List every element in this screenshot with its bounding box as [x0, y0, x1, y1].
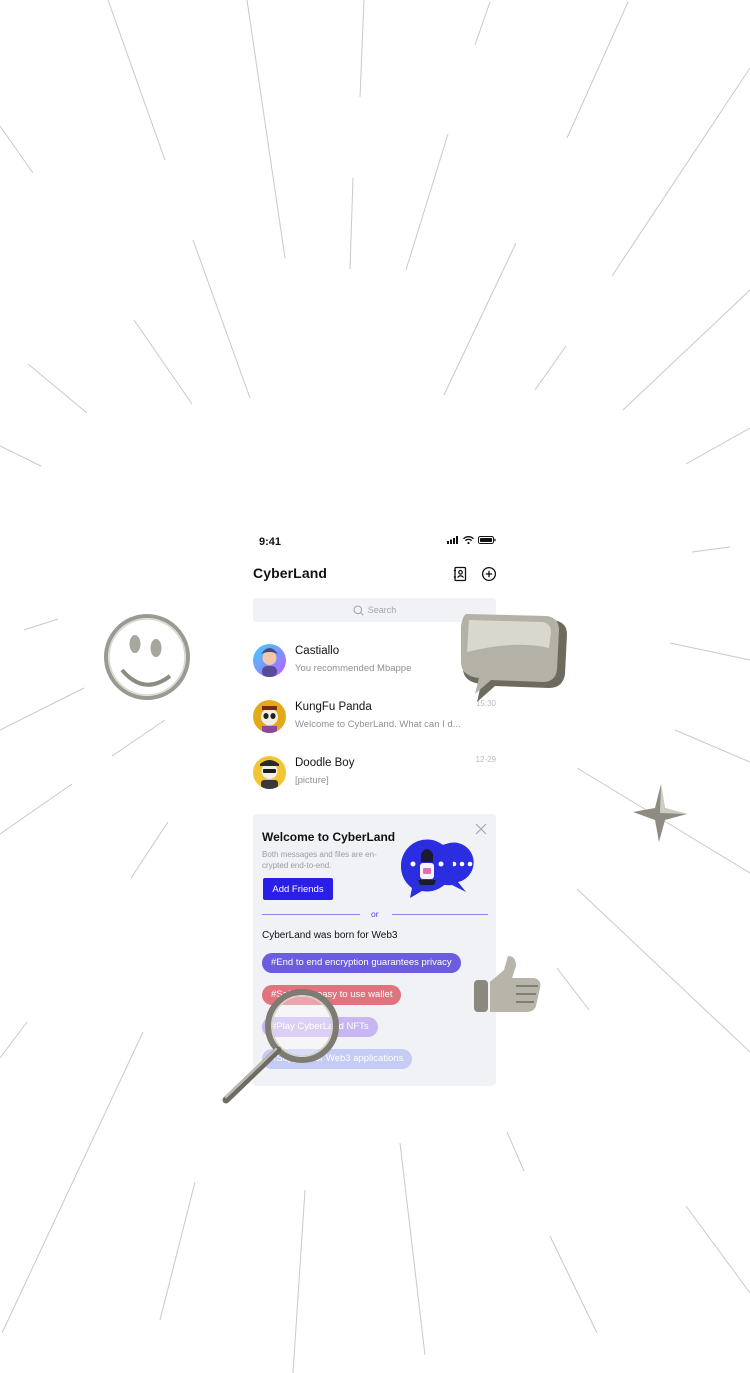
search-icon — [353, 604, 364, 616]
avatar — [253, 700, 286, 733]
plus-circle-icon[interactable] — [481, 566, 497, 582]
smiley-face-icon — [104, 614, 190, 700]
chat-name: Doodle Boy — [295, 757, 355, 769]
wifi-icon — [463, 536, 474, 544]
thumbs-up-icon — [474, 956, 541, 1012]
welcome-title: Welcome to CyberLand — [262, 830, 396, 844]
avatar — [253, 644, 286, 677]
battery-icon — [478, 536, 496, 544]
avatar — [253, 756, 286, 789]
welcome-description: Both messages and files are en-crypted e… — [262, 850, 377, 870]
signal-icon — [447, 536, 458, 544]
chat-row[interactable]: Doodle Boy [picture] 12-29 — [253, 752, 496, 796]
star-icon — [633, 784, 687, 842]
status-bar: 9:41 — [250, 528, 500, 556]
chat-time: 12-29 — [475, 755, 496, 764]
chat-name: KungFu Panda — [295, 701, 372, 713]
contacts-book-icon[interactable] — [452, 566, 468, 582]
born-for-web3-text: CyberLand was born for Web3 — [262, 930, 398, 941]
speech-bubble-icon — [461, 614, 567, 702]
chat-preview: Welcome to CyberLand. What can I d... — [295, 719, 461, 730]
chat-preview: [picture] — [295, 775, 329, 786]
divider-or: or — [371, 909, 379, 919]
divider-right — [392, 914, 488, 915]
feature-tag[interactable]: #End to end encryption guarantees privac… — [262, 953, 461, 973]
magnifying-glass-icon — [222, 989, 339, 1104]
page-title: CyberLand — [253, 565, 328, 581]
divider-left — [262, 914, 360, 915]
chat-name: Castiallo — [295, 645, 340, 657]
status-time: 9:41 — [259, 536, 282, 548]
chat-bubbles-illustration — [400, 839, 474, 898]
search-placeholder: Search — [367, 605, 397, 615]
add-friends-button[interactable]: Add Friends — [263, 878, 333, 900]
status-icons — [447, 536, 496, 544]
